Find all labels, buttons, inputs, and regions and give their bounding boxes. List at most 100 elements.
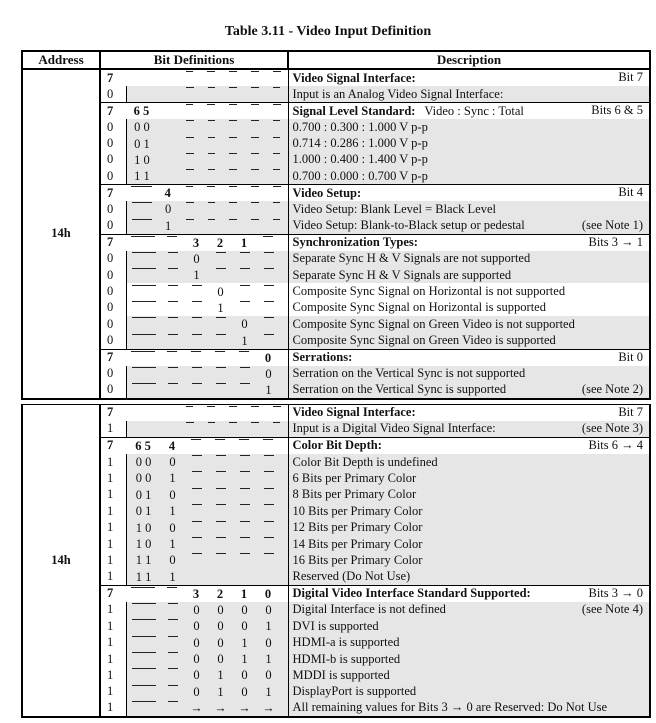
- bit7-value: 1: [99, 618, 126, 635]
- header-bit-definitions: Bit Definitions: [98, 50, 290, 70]
- bit-cell: 0: [217, 619, 224, 634]
- bit7-value: 1: [99, 519, 126, 536]
- description-text: Signal Level Standard:: [292, 103, 416, 118]
- note-reference: (see Note 4): [581, 601, 644, 616]
- bit-cell: 1: [169, 471, 176, 486]
- header-description: Description: [287, 50, 652, 70]
- description-cell: Digital Interface is not defined (see Not…: [288, 601, 652, 619]
- bit-range-label: Bits 3 → 1: [588, 234, 644, 249]
- description-cell: Video Signal Interface: Bit 7: [288, 68, 652, 86]
- description-text: Serration on the Vertical Sync is not su…: [292, 366, 526, 381]
- bit-cell: 0: [217, 284, 224, 299]
- field-header-row: 7 3 2 1 Synchronization Types: Bits 3 → 1: [22, 233, 652, 251]
- description-text: Color Bit Depth is undefined: [292, 454, 438, 469]
- note-reference: (see Note 1): [581, 217, 644, 232]
- bit7-value: 1: [99, 601, 126, 619]
- bit-cell: 0: [193, 684, 200, 699]
- description-text: 1.000 : 0.400 : 1.400 V p-p: [292, 152, 428, 167]
- description-cell: 1.000 : 0.400 : 1.400 V p-p: [288, 151, 652, 169]
- bit-cell: 0 0: [135, 455, 152, 470]
- description-cell: Input is a Digital Video Signal Interfac…: [288, 420, 652, 438]
- description-text: Input is an Analog Video Signal Interfac…: [292, 86, 504, 101]
- bit-cell: 1: [265, 684, 272, 699]
- description-text: HDMI-a is supported: [292, 635, 400, 650]
- bit-cell: 0: [265, 668, 272, 683]
- description-text: All remaining values for Bits 3 → 0 are …: [292, 700, 608, 715]
- description-cell: 0.700 : 0.000 : 0.700 V p-p: [288, 168, 652, 185]
- bit-cell: 0: [241, 619, 248, 634]
- bit-pattern: 0 1 0 1: [125, 683, 289, 700]
- bit-pattern: 3 2 1: [126, 233, 289, 251]
- field-header-row: 14h 7 Video Signal Interface: Bit 7: [21, 403, 652, 718]
- bit-cell: →: [262, 700, 275, 715]
- bit-cell: 1: [265, 619, 272, 634]
- bit-pattern: [126, 68, 289, 86]
- table-row: 1 Input is a Digital Video Signal Interfa…: [22, 420, 652, 438]
- table-row: 1 0 1 0 8 Bits per Primary Color: [22, 486, 652, 504]
- bit-pattern: 1: [125, 381, 289, 400]
- description-cell: HDMI-a is supported: [288, 634, 652, 651]
- note-reference: (see Note 2): [581, 381, 644, 396]
- bit-cell: 0: [193, 602, 200, 617]
- bit-cell: 1 1: [135, 553, 152, 568]
- bit7-value: 0: [99, 86, 126, 103]
- table-row: 0 Input is an Analog Video Signal Interfa…: [22, 86, 652, 103]
- table-row: 0 0 0 0.700 : 0.300 : 1.000 V p-p: [22, 119, 652, 136]
- table-row: 0 1 Separate Sync H & V Signals are suppor…: [22, 266, 652, 284]
- bit-pattern: 1: [125, 332, 289, 350]
- bit7-value: 1: [99, 470, 126, 487]
- bit-pattern: 3 2 1 0: [126, 584, 289, 602]
- description-cell: Serrations: Bit 0: [288, 348, 652, 366]
- table-row: 0 1 Composite Sync Signal on Horizontal is…: [22, 299, 652, 317]
- bit-cell: 3: [192, 586, 200, 601]
- bit7-value: 1: [99, 503, 126, 520]
- bit-cell: 0: [193, 652, 200, 666]
- description-text: Digital Interface is not defined: [292, 602, 446, 617]
- bit7-value: 7: [99, 403, 126, 421]
- bit-pattern: 1 1 0: [125, 552, 289, 569]
- description-text: Video Signal Interface:: [292, 70, 416, 85]
- description-cell: Composite Sync Signal on Green Video is …: [288, 316, 652, 333]
- bit-cell: 1 0: [135, 520, 152, 535]
- description-cell: Composite Sync Signal on Horizontal is s…: [288, 299, 652, 317]
- description-cell: 10 Bits per Primary Color: [288, 503, 652, 520]
- description-cell: DisplayPort is supported: [288, 683, 652, 700]
- description-text: 6 Bits per Primary Color: [292, 470, 417, 485]
- bit-cell: 0: [241, 317, 248, 332]
- description-cell: Color Bit Depth is undefined: [288, 453, 652, 471]
- description-text: 14 Bits per Primary Color: [292, 536, 423, 551]
- description-text: Serrations:: [292, 350, 353, 365]
- bit-cell: 1: [193, 268, 200, 283]
- description-cell: Color Bit Depth: Bits 6 → 4: [288, 436, 652, 454]
- bit-pattern: 0 0 1 0: [125, 634, 289, 651]
- description-cell: Serration on the Vertical Sync is not su…: [288, 365, 652, 382]
- table-row: 1 1 1 1 Reserved (Do Not Use): [22, 568, 652, 586]
- table-row: 1 0 0 1 6 Bits per Primary Color: [22, 470, 652, 487]
- table-row: 1 1 0 0 12 Bits per Primary Color: [22, 519, 652, 536]
- bit-pattern: 0 1: [125, 135, 289, 152]
- bit-cell: 4: [164, 186, 171, 201]
- description-cell: DVI is supported: [288, 618, 652, 635]
- bit7-value: 1: [99, 552, 126, 569]
- table-row: 0 1 Serration on the Vertical Sync is supp…: [22, 381, 652, 400]
- bit-cell: 1: [240, 586, 248, 601]
- bit-cell: 0: [193, 635, 200, 650]
- table-row: 1 0 1 0 0 MDDI is supported: [22, 667, 652, 684]
- bit-cell: 1 1: [134, 169, 150, 184]
- bit-cell: →: [190, 700, 203, 715]
- description-cell: Separate Sync H & V Signals are supporte…: [288, 266, 652, 284]
- bit-cell: 1: [217, 300, 224, 315]
- table-row: 1 0 0 0 0 Digital Interface is not defined (se…: [22, 601, 652, 619]
- bit7-value: 0: [99, 381, 126, 400]
- table-row: 1 1 1 0 16 Bits per Primary Color: [22, 552, 652, 569]
- bit-pattern: 1: [125, 217, 289, 235]
- bit7-value: 1: [99, 634, 126, 651]
- bit-cell: 1 1: [135, 569, 152, 584]
- bit-pattern: 0 1 0: [125, 486, 289, 504]
- bit-cell: 0: [169, 487, 176, 502]
- bit-pattern: 0: [125, 201, 289, 218]
- description-cell: 8 Bits per Primary Color: [288, 486, 652, 504]
- bit-cell: 0: [217, 635, 224, 650]
- description-cell: Input is an Analog Video Signal Interfac…: [288, 86, 652, 103]
- bit7-value: 7: [99, 68, 126, 86]
